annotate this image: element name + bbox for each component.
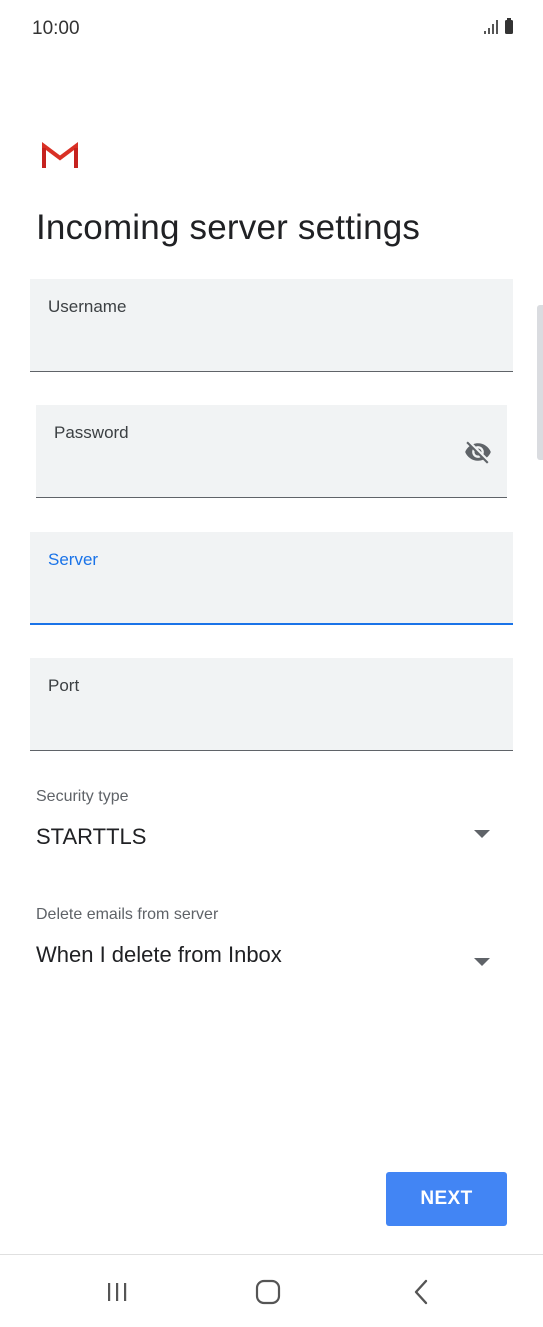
username-input[interactable] [48,333,495,363]
status-bar: 10:00 [0,0,543,58]
port-field[interactable]: Port [30,658,513,751]
next-button[interactable]: NEXT [386,1172,507,1226]
home-icon[interactable] [248,1277,288,1307]
delete-emails-value: When I delete from Inbox [36,942,282,967]
delete-emails-select[interactable]: Delete emails from server When I delete … [36,906,506,986]
server-label: Server [48,550,99,569]
status-time: 10:00 [32,18,80,39]
security-type-value: STARTTLS [36,824,147,849]
security-type-select[interactable]: Security type STARTTLS [36,788,506,868]
gmail-logo [42,142,78,168]
server-input[interactable] [48,585,495,615]
password-field[interactable]: Password [36,405,507,498]
back-icon[interactable] [400,1277,440,1307]
recents-icon[interactable] [97,1277,137,1307]
delete-emails-label: Delete emails from server [36,906,219,923]
battery-icon [505,18,513,34]
scroll-indicator[interactable] [537,305,543,460]
username-field[interactable]: Username [30,279,513,372]
port-label: Port [48,676,80,695]
port-input[interactable] [48,712,495,742]
password-input[interactable] [54,459,447,489]
server-field[interactable]: Server [30,532,513,625]
eye-off-icon[interactable] [461,438,495,466]
page-title: Incoming server settings [36,208,421,247]
chevron-down-icon[interactable] [474,830,490,838]
signal-icon [484,20,498,34]
password-label: Password [54,423,129,442]
username-label: Username [48,297,127,316]
nav-bar [0,1254,543,1327]
status-icons [484,18,513,34]
chevron-down-icon[interactable] [474,958,490,966]
security-type-label: Security type [36,788,129,805]
